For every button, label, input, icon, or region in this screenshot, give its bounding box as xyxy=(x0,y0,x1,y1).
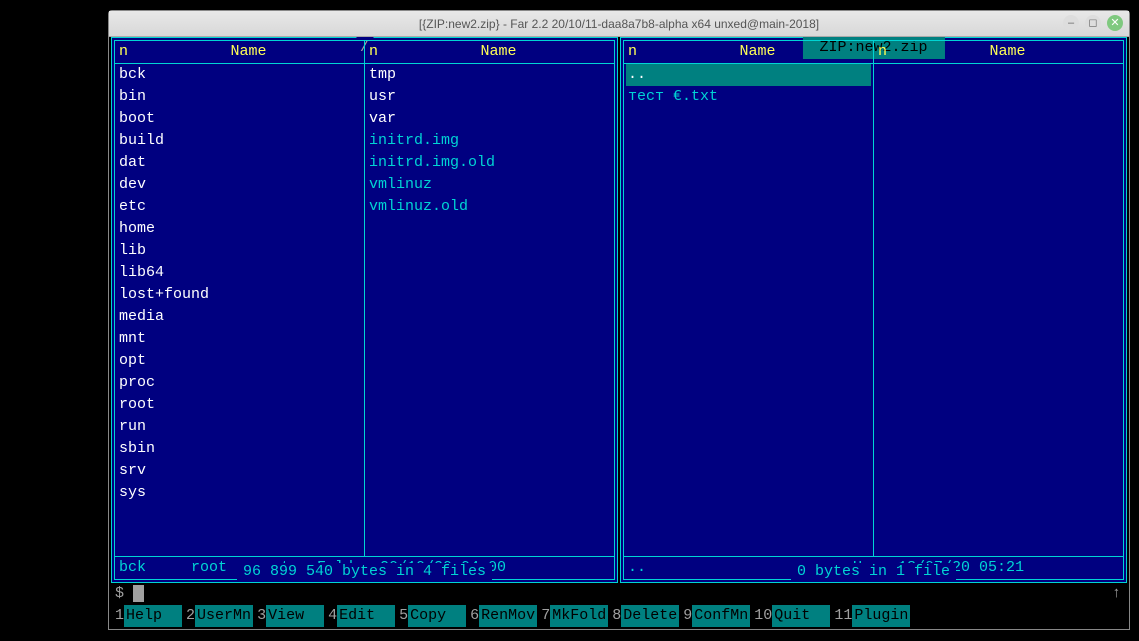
fkey-number: 2 xyxy=(182,605,195,627)
fkey-label: Edit xyxy=(337,605,395,627)
left-col-2[interactable]: n Name tmpusrvarinitrd.imginitrd.img.old… xyxy=(365,41,614,556)
list-item[interactable]: sbin xyxy=(119,438,360,460)
list-item[interactable]: proc xyxy=(119,372,360,394)
col-head-n: n xyxy=(119,41,137,63)
fkey-number: 8 xyxy=(608,605,621,627)
col-head-name: Name xyxy=(387,41,610,63)
fkey-quit[interactable]: 10Quit xyxy=(750,605,830,627)
list-item[interactable]: тест €.txt xyxy=(628,86,869,108)
window-title: [{ZIP:new2.zip} - Far 2.2 20/10/11-daa8a… xyxy=(419,13,819,35)
list-item[interactable]: sys xyxy=(119,482,360,504)
app-window: [{ZIP:new2.zip} - Far 2.2 20/10/11-daa8a… xyxy=(108,10,1130,630)
fkey-copy[interactable]: 5Copy xyxy=(395,605,466,627)
fkey-label: Copy xyxy=(408,605,466,627)
list-item[interactable]: dev xyxy=(119,174,360,196)
list-item[interactable]: etc xyxy=(119,196,360,218)
fkey-mkfold[interactable]: 7MkFold xyxy=(537,605,608,627)
minimize-icon[interactable]: – xyxy=(1063,15,1079,31)
prompt-symbol: $ xyxy=(115,585,124,602)
list-item[interactable]: bin xyxy=(119,86,360,108)
fkey-number: 3 xyxy=(253,605,266,627)
right-footer: .. Up 18/07/20 05:21 xyxy=(624,556,1123,579)
fkey-view[interactable]: 3View xyxy=(253,605,324,627)
fkey-label: ConfMn xyxy=(692,605,750,627)
command-prompt[interactable]: $ ↑ xyxy=(109,583,1129,605)
list-item[interactable]: home xyxy=(119,218,360,240)
list-item[interactable]: media xyxy=(119,306,360,328)
list-item[interactable]: dat xyxy=(119,152,360,174)
col-head-name: Name xyxy=(896,41,1119,63)
list-item[interactable]: usr xyxy=(369,86,610,108)
list-item[interactable]: tmp xyxy=(369,64,610,86)
list-item[interactable]: run xyxy=(119,416,360,438)
close-icon[interactable]: ✕ xyxy=(1107,15,1123,31)
right-col-2[interactable]: n Name xyxy=(874,41,1123,556)
fkey-label: UserMn xyxy=(195,605,253,627)
list-item[interactable]: lib64 xyxy=(119,262,360,284)
fkey-delete[interactable]: 8Delete xyxy=(608,605,679,627)
list-item[interactable]: .. xyxy=(626,64,871,86)
fkey-confmn[interactable]: 9ConfMn xyxy=(679,605,750,627)
fkey-label: Help xyxy=(124,605,182,627)
list-item[interactable]: initrd.img xyxy=(369,130,610,152)
list-item[interactable]: initrd.img.old xyxy=(369,152,610,174)
list-item[interactable]: bck xyxy=(119,64,360,86)
fkey-number: 7 xyxy=(537,605,550,627)
fkey-number: 11 xyxy=(830,605,852,627)
list-item[interactable]: vmlinuz.old xyxy=(369,196,610,218)
cursor-icon xyxy=(133,585,144,602)
fkey-label: Plugin xyxy=(852,605,910,627)
fkey-number: 5 xyxy=(395,605,408,627)
fkey-number: 6 xyxy=(466,605,479,627)
fkey-number: 1 xyxy=(111,605,124,627)
col-head-name: Name xyxy=(646,41,869,63)
up-arrow-icon: ↑ xyxy=(1112,583,1121,605)
col-head-n: n xyxy=(369,41,387,63)
titlebar[interactable]: [{ZIP:new2.zip} - Far 2.2 20/10/11-daa8a… xyxy=(109,11,1129,37)
left-footer: bck root root Folder 20/10/20 04:00 xyxy=(115,556,614,579)
fkey-label: RenMov xyxy=(479,605,537,627)
fkey-help[interactable]: 1Help xyxy=(111,605,182,627)
col-head-n: n xyxy=(628,41,646,63)
list-item[interactable]: root xyxy=(119,394,360,416)
list-item[interactable]: srv xyxy=(119,460,360,482)
list-item[interactable]: lib xyxy=(119,240,360,262)
function-keys-bar: 1Help 2UserMn3View 4Edit 5Copy 6RenMov7M… xyxy=(109,605,1129,627)
fkey-label: Quit xyxy=(772,605,830,627)
right-col-1[interactable]: n Name ..тест €.txt xyxy=(624,41,874,556)
list-item[interactable]: var xyxy=(369,108,610,130)
fkey-number: 4 xyxy=(324,605,337,627)
left-panel[interactable]: / n Name bckbinbootbuilddatdevetchomelib… xyxy=(111,37,618,583)
fkey-label: View xyxy=(266,605,324,627)
fkey-edit[interactable]: 4Edit xyxy=(324,605,395,627)
fkey-renmov[interactable]: 6RenMov xyxy=(466,605,537,627)
fkey-number: 9 xyxy=(679,605,692,627)
list-item[interactable]: boot xyxy=(119,108,360,130)
fkey-number: 10 xyxy=(750,605,772,627)
list-item[interactable]: opt xyxy=(119,350,360,372)
fkey-plugin[interactable]: 11Plugin xyxy=(830,605,910,627)
col-head-name: Name xyxy=(137,41,360,63)
terminal-area: 21:13 / n Name bckbinbootbuilddatdev xyxy=(109,37,1129,629)
col-head-n: n xyxy=(878,41,896,63)
fkey-usermn[interactable]: 2UserMn xyxy=(182,605,253,627)
maximize-icon[interactable]: ◻ xyxy=(1085,15,1101,31)
list-item[interactable]: build xyxy=(119,130,360,152)
fkey-label: Delete xyxy=(621,605,679,627)
right-panel[interactable]: ZIP:new2.zip n Name ..тест €.txt xyxy=(620,37,1127,583)
list-item[interactable]: vmlinuz xyxy=(369,174,610,196)
left-col-1[interactable]: n Name bckbinbootbuilddatdevetchomelibli… xyxy=(115,41,365,556)
list-item[interactable]: mnt xyxy=(119,328,360,350)
fkey-label: MkFold xyxy=(550,605,608,627)
list-item[interactable]: lost+found xyxy=(119,284,360,306)
